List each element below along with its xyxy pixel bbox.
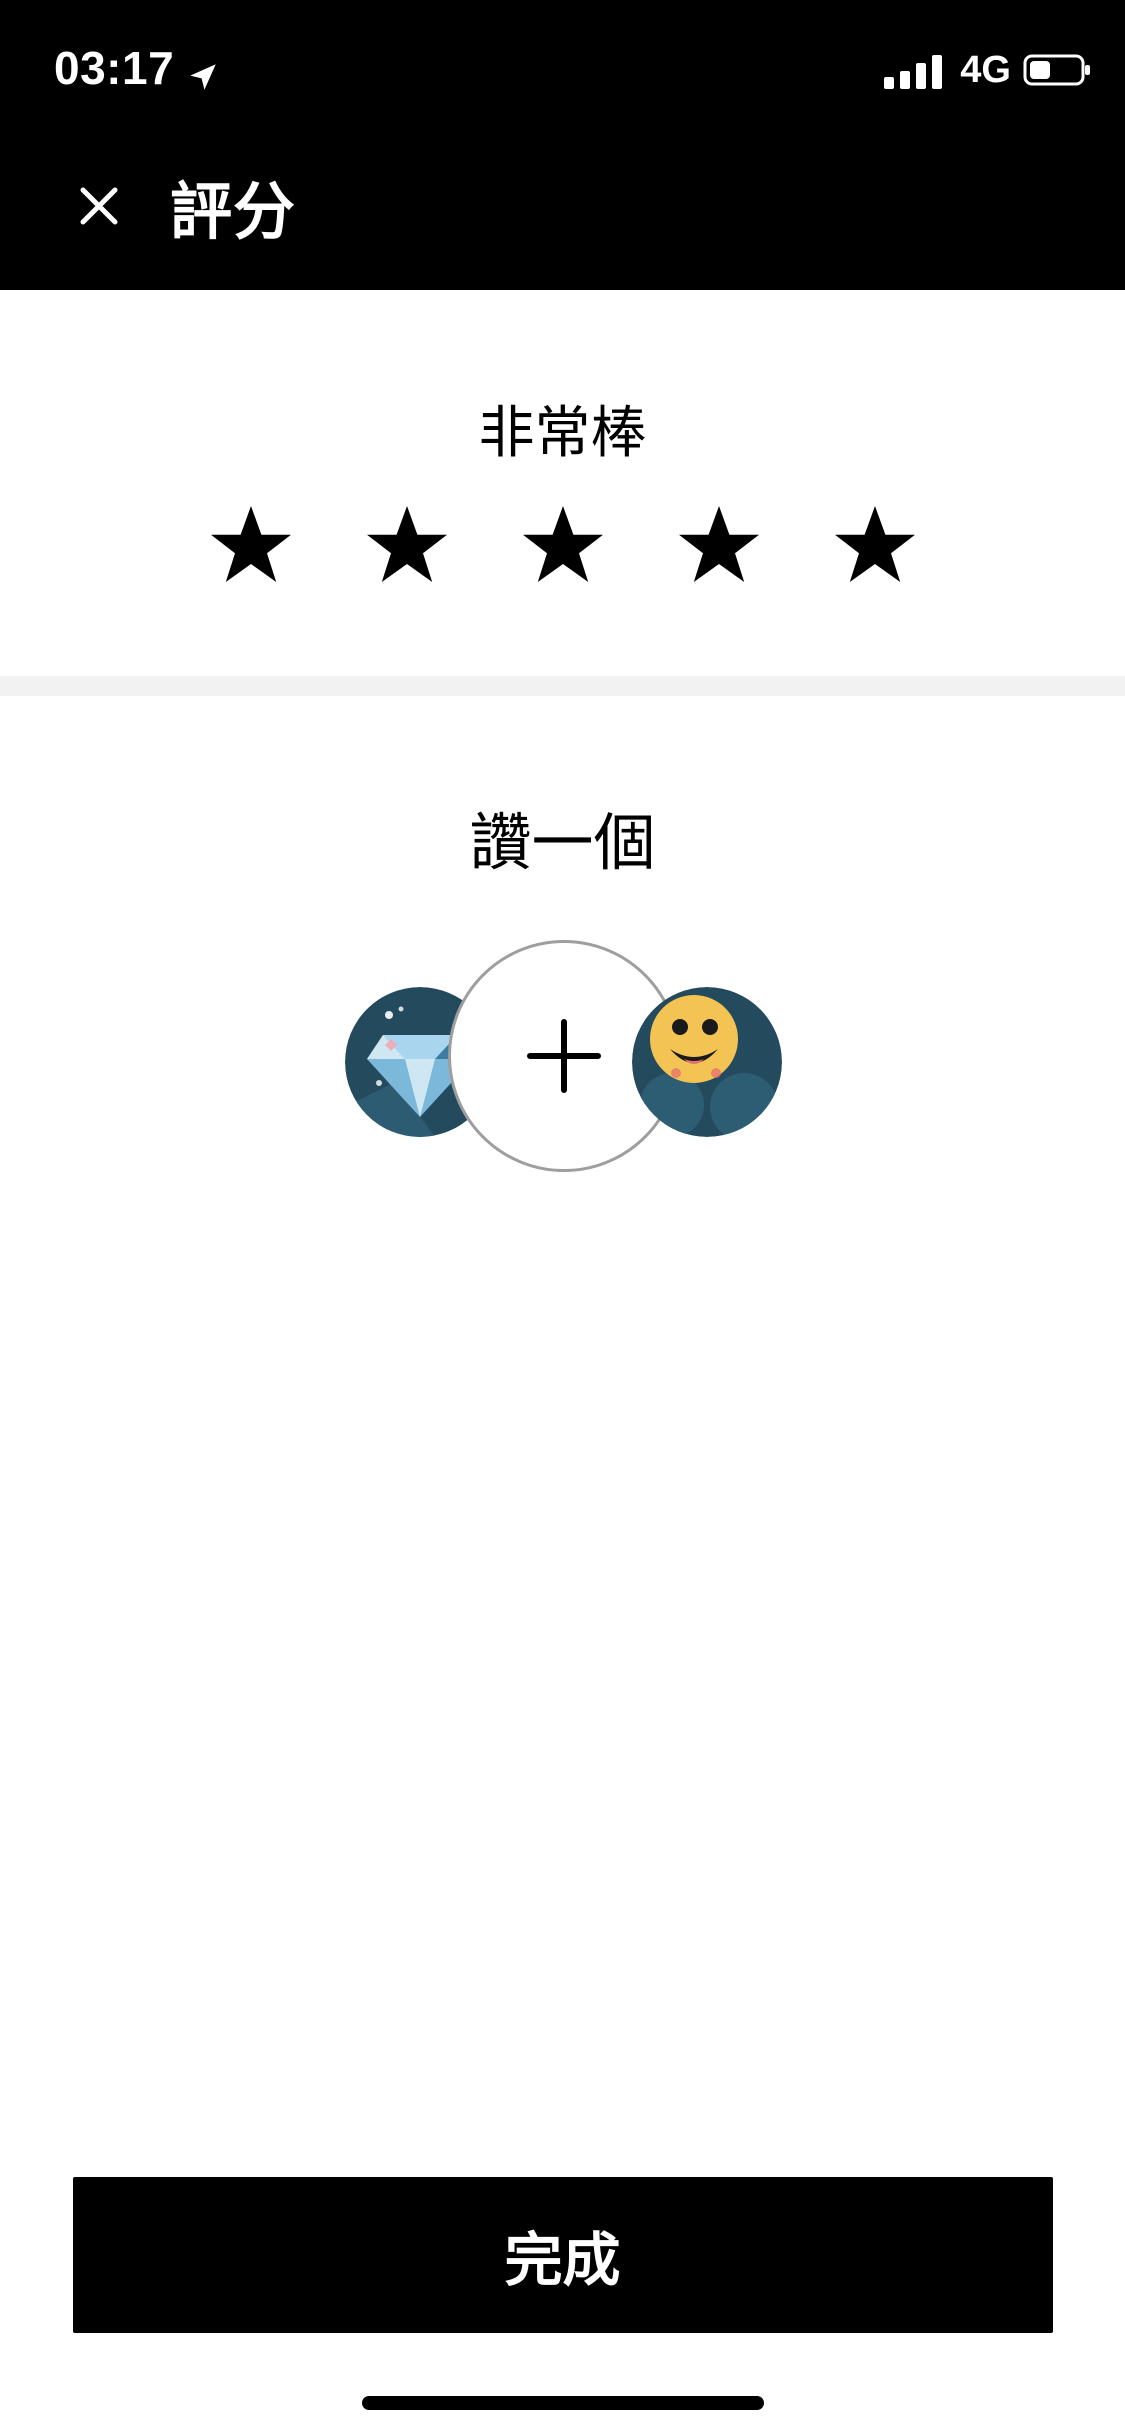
star-2[interactable]	[357, 496, 457, 596]
rating-label: 非常棒	[478, 401, 647, 464]
signal-bars-icon	[884, 49, 948, 91]
star-icon	[834, 506, 915, 582]
home-indicator	[362, 2396, 764, 2410]
rating-stars	[0, 496, 1125, 600]
compliment-picker	[340, 932, 787, 1188]
status-time: 03:17	[54, 42, 220, 94]
happy-face-badge-icon[interactable]	[632, 987, 782, 1137]
star-4[interactable]	[669, 496, 769, 596]
header-divider	[0, 286, 1125, 300]
star-icon	[210, 506, 291, 582]
add-icon	[527, 1019, 601, 1093]
star-1[interactable]	[201, 496, 301, 596]
compliment-label: 讚一個	[469, 809, 656, 878]
top-bar: 03:17 4G 評分	[0, 0, 1125, 290]
battery-icon	[1023, 52, 1093, 88]
star-3[interactable]	[513, 496, 613, 596]
status-time-text: 03:17	[54, 42, 175, 94]
network-type: 4G	[960, 48, 1011, 91]
star-5[interactable]	[825, 496, 925, 596]
section-divider	[0, 676, 1125, 696]
page-title: 評分	[170, 178, 297, 247]
star-icon	[522, 506, 603, 582]
location-arrow-icon	[186, 51, 220, 90]
close-icon	[80, 187, 118, 225]
done-button[interactable]: 完成	[72, 2177, 1053, 2333]
status-right: 4G	[884, 44, 1093, 96]
star-icon	[678, 506, 759, 582]
star-icon	[366, 506, 447, 582]
close-button[interactable]	[73, 180, 125, 232]
done-label: 完成	[504, 2228, 621, 2293]
done-button-wrap: 完成	[64, 2170, 1061, 2340]
